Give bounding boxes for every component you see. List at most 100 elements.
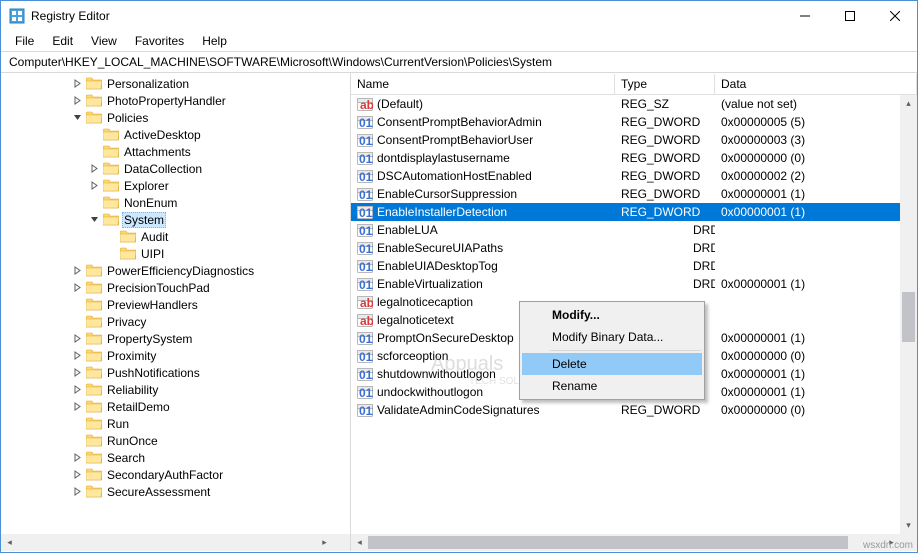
list-row[interactable]: 011EnableCursorSuppressionREG_DWORD0x000… xyxy=(351,185,917,203)
expand-icon[interactable] xyxy=(69,368,85,377)
menu-help[interactable]: Help xyxy=(194,32,235,50)
expand-icon[interactable] xyxy=(69,385,85,394)
list-row[interactable]: 011EnableInstallerDetectionREG_DWORD0x00… xyxy=(351,203,917,221)
tree-label: Privacy xyxy=(105,315,148,329)
list-header: Name Type Data xyxy=(351,73,917,95)
ctx-modify[interactable]: Modify... xyxy=(522,304,702,326)
expand-icon[interactable] xyxy=(86,215,102,224)
tree-item[interactable]: PropertySystem xyxy=(1,330,350,347)
tree-item[interactable]: Explorer xyxy=(1,177,350,194)
list-row[interactable]: 011ValidateAdminCodeSignaturesREG_DWORD0… xyxy=(351,401,917,419)
tree-label: Explorer xyxy=(122,179,171,193)
tree-item[interactable]: Reliability xyxy=(1,381,350,398)
value-name: legalnoticetext xyxy=(377,313,454,327)
scroll-left-icon[interactable]: ◂ xyxy=(1,534,18,551)
scroll-left-icon[interactable]: ◂ xyxy=(351,534,368,551)
folder-icon xyxy=(85,468,102,482)
tree-item[interactable]: PowerEfficiencyDiagnostics xyxy=(1,262,350,279)
tree-item[interactable]: Proximity xyxy=(1,347,350,364)
expand-icon[interactable] xyxy=(69,470,85,479)
scroll-right-icon[interactable]: ▸ xyxy=(316,534,333,551)
tree-item[interactable]: Run xyxy=(1,415,350,432)
list-row[interactable]: 011DSCAutomationHostEnabledREG_DWORD0x00… xyxy=(351,167,917,185)
expand-icon[interactable] xyxy=(69,79,85,88)
folder-icon xyxy=(85,383,102,397)
tree-item[interactable]: PhotoPropertyHandler xyxy=(1,92,350,109)
tree-item[interactable]: Personalization xyxy=(1,75,350,92)
tree-item[interactable]: Audit xyxy=(1,228,350,245)
list-row[interactable]: 011EnableSecureUIAPathsDRD xyxy=(351,239,917,257)
list-row[interactable]: 011ConsentPromptBehaviorUserREG_DWORD0x0… xyxy=(351,131,917,149)
ctx-delete[interactable]: Delete xyxy=(522,353,702,375)
expand-icon[interactable] xyxy=(69,402,85,411)
expand-icon[interactable] xyxy=(69,283,85,292)
scroll-down-icon[interactable]: ▾ xyxy=(900,517,917,534)
expand-icon[interactable] xyxy=(69,96,85,105)
ctx-rename[interactable]: Rename xyxy=(522,375,702,397)
maximize-button[interactable] xyxy=(827,1,872,31)
folder-icon xyxy=(102,145,119,159)
value-data: 0x00000001 (1) xyxy=(715,187,917,201)
expand-icon[interactable] xyxy=(69,453,85,462)
menu-file[interactable]: File xyxy=(7,32,42,50)
tree-label: PropertySystem xyxy=(105,332,194,346)
column-name[interactable]: Name xyxy=(351,74,615,94)
list-row[interactable]: 011EnableVirtualizationDRD0x00000001 (1) xyxy=(351,275,917,293)
scroll-up-icon[interactable]: ▴ xyxy=(900,95,917,112)
expand-icon[interactable] xyxy=(69,113,85,122)
list-row[interactable]: 011EnableLUADRD xyxy=(351,221,917,239)
expand-icon[interactable] xyxy=(86,164,102,173)
ctx-modify-binary[interactable]: Modify Binary Data... xyxy=(522,326,702,348)
scroll-thumb[interactable] xyxy=(368,536,848,549)
expand-icon[interactable] xyxy=(69,351,85,360)
minimize-button[interactable] xyxy=(782,1,827,31)
tree-item[interactable]: ActiveDesktop xyxy=(1,126,350,143)
list-row[interactable]: ab(Default)REG_SZ(value not set) xyxy=(351,95,917,113)
tree-item[interactable]: SecondaryAuthFactor xyxy=(1,466,350,483)
list-row[interactable]: 011ConsentPromptBehaviorAdminREG_DWORD0x… xyxy=(351,113,917,131)
tree-item[interactable]: UIPI xyxy=(1,245,350,262)
list-row[interactable]: 011EnableUIADesktopTogDRD xyxy=(351,257,917,275)
expand-icon[interactable] xyxy=(69,266,85,275)
tree-item[interactable]: DataCollection xyxy=(1,160,350,177)
expand-icon[interactable] xyxy=(69,487,85,496)
column-data[interactable]: Data xyxy=(715,74,917,94)
menu-view[interactable]: View xyxy=(83,32,125,50)
tree-item[interactable]: NonEnum xyxy=(1,194,350,211)
tree-item[interactable]: Attachments xyxy=(1,143,350,160)
tree-label: PrecisionTouchPad xyxy=(105,281,212,295)
tree-hscrollbar[interactable]: ◂ ▸ xyxy=(1,534,333,551)
tree-label: PhotoPropertyHandler xyxy=(105,94,228,108)
tree-label: Proximity xyxy=(105,349,158,363)
tree-item[interactable]: PrecisionTouchPad xyxy=(1,279,350,296)
tree-item[interactable]: PreviewHandlers xyxy=(1,296,350,313)
tree-view[interactable]: Personalization PhotoPropertyHandler Polic… xyxy=(1,73,350,534)
address-bar[interactable]: Computer\HKEY_LOCAL_MACHINE\SOFTWARE\Mic… xyxy=(1,52,917,73)
tree-label: Policies xyxy=(105,111,150,125)
menu-favorites[interactable]: Favorites xyxy=(127,32,192,50)
close-button[interactable] xyxy=(872,1,917,31)
list-hscrollbar[interactable]: ◂ ▸ xyxy=(351,534,900,551)
value-name: ConsentPromptBehaviorUser xyxy=(377,133,533,147)
folder-icon xyxy=(119,230,136,244)
expand-icon[interactable] xyxy=(86,181,102,190)
tree-item[interactable]: Policies xyxy=(1,109,350,126)
tree-item[interactable]: RetailDemo xyxy=(1,398,350,415)
tree-label: NonEnum xyxy=(122,196,179,210)
scroll-thumb[interactable] xyxy=(902,292,915,342)
value-name: EnableSecureUIAPaths xyxy=(377,241,503,255)
footer-credit: wsxdn.com xyxy=(863,540,913,551)
tree-item[interactable]: PushNotifications xyxy=(1,364,350,381)
tree-item[interactable]: System xyxy=(1,211,350,228)
tree-label: Run xyxy=(105,417,131,431)
tree-item[interactable]: SecureAssessment xyxy=(1,483,350,500)
list-vscrollbar[interactable]: ▴ ▾ xyxy=(900,95,917,534)
menu-edit[interactable]: Edit xyxy=(44,32,81,50)
tree-item[interactable]: Privacy xyxy=(1,313,350,330)
column-type[interactable]: Type xyxy=(615,74,715,94)
tree-item[interactable]: RunOnce xyxy=(1,432,350,449)
expand-icon[interactable] xyxy=(69,334,85,343)
list-row[interactable]: 011dontdisplaylastusernameREG_DWORD0x000… xyxy=(351,149,917,167)
tree-item[interactable]: Search xyxy=(1,449,350,466)
folder-icon xyxy=(119,247,136,261)
